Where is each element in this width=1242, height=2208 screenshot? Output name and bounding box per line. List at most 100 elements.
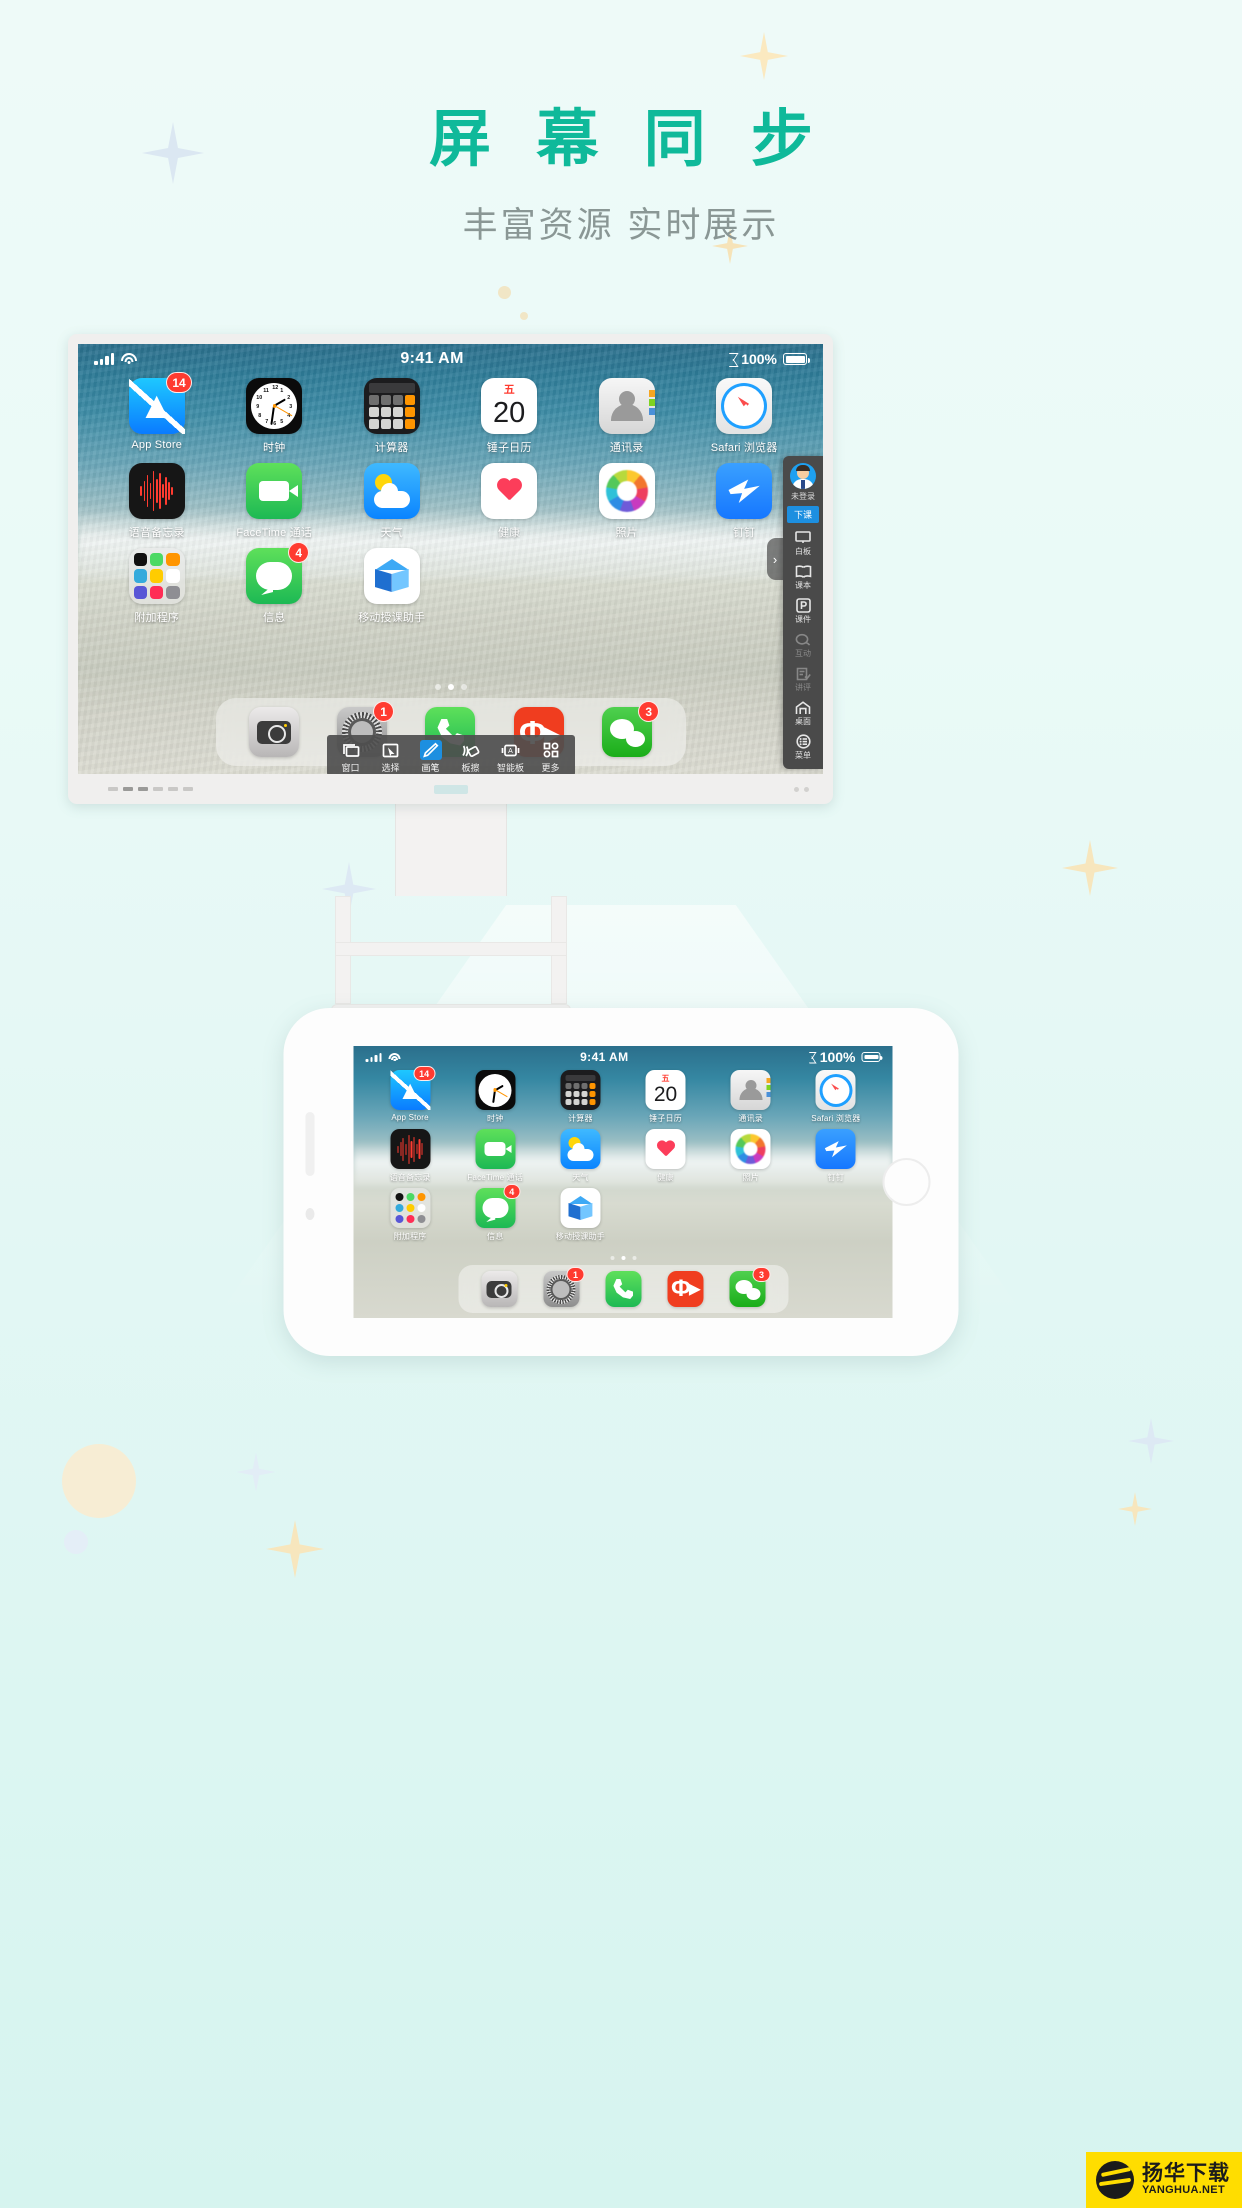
contacts-icon[interactable] [598,378,655,434]
anno-more[interactable]: 更多 [531,738,571,774]
photos-icon[interactable] [598,463,655,519]
monitor-vents [108,787,193,791]
page-dot-active[interactable] [447,684,454,690]
calculator-icon[interactable] [363,378,420,434]
wechat-icon[interactable]: 3 [729,1267,770,1307]
app-facetime[interactable]: FaceTime 通话 [215,463,332,540]
sidebar-item-interaction[interactable]: 互动 [795,632,812,659]
monitor-screen: 9:41 AM 100% ▲ 14 App Store 12 1 2 3 4 5… [78,344,823,774]
app-mobile-teaching-assistant[interactable]: 移动授课助手 [538,1188,623,1242]
app-store-icon[interactable]: ▲ 14 [390,1066,436,1110]
sidebar-item-desktop[interactable]: 桌面 [795,700,812,727]
app-mobile-teaching-assistant[interactable]: 移动授课助手 [333,548,450,625]
page-dot[interactable] [610,1256,614,1260]
app-calculator[interactable]: 计算器 [538,1070,623,1124]
app-label: 时钟 [487,1114,504,1123]
app-voice-memos[interactable]: 语音备忘录 [368,1129,453,1183]
anno-eraser[interactable]: 板擦 [451,738,491,774]
phone-volume-button[interactable] [305,1112,315,1176]
app-dingtalk[interactable]: 钉钉 [793,1129,878,1183]
sidebar-item-textbook[interactable]: 课本 [795,564,812,591]
clock-icon[interactable] [475,1070,516,1110]
app-slot-empty [568,548,685,625]
utilities-folder-icon[interactable] [390,1188,431,1228]
app-store-icon[interactable]: ▲ 14 [128,372,192,434]
page-dot-active[interactable] [621,1256,625,1260]
sidebar-item-comment-review[interactable]: 讲评 [795,666,812,693]
app-contacts[interactable]: 通讯录 [568,378,685,455]
anno-select[interactable]: 选择 [371,738,411,774]
app-calendar[interactable]: 五 20 锤子日历 [623,1070,708,1124]
health-icon[interactable] [645,1129,686,1169]
dingtalk-icon[interactable] [716,463,773,519]
app-facetime[interactable]: FaceTime 通话 [453,1129,538,1183]
user-avatar-icon[interactable] [790,463,816,489]
end-class-button[interactable]: 下课 [786,506,819,523]
camera-icon[interactable] [481,1271,517,1307]
safari-icon[interactable] [815,1070,856,1110]
anno-pen[interactable]: 画笔 [411,738,451,774]
app-voice-memos[interactable]: 语音备忘录 [98,463,215,540]
safari-icon[interactable] [716,378,773,434]
app-photos[interactable]: 照片 [708,1129,793,1183]
calendar-icon[interactable]: 五 20 [481,378,538,434]
app-clock[interactable]: 12 1 2 3 4 5 6 7 8 9 10 11 时钟 [215,378,332,455]
app-app-store[interactable]: ▲ 14 App Store [368,1066,453,1124]
page-indicator[interactable] [78,684,823,690]
app-calculator[interactable]: 计算器 [333,378,450,455]
app-messages[interactable]: 4 信息 [215,542,332,625]
anno-window[interactable]: 窗口 [331,738,371,774]
health-icon[interactable] [481,463,538,519]
camera-icon[interactable] [248,707,299,757]
messages-icon[interactable]: 4 [475,1184,521,1228]
app-app-store[interactable]: ▲ 14 App Store [98,372,215,455]
app-contacts[interactable]: 通讯录 [708,1070,793,1124]
app-row: 附加程序 4 信息 移动授课助手 [98,542,803,633]
page-dot[interactable] [434,684,441,690]
youdao-icon[interactable]: Φ▸ [667,1271,703,1307]
weather-icon[interactable] [363,463,420,519]
weather-icon[interactable] [560,1129,601,1169]
sidebar-item-whiteboard[interactable]: 白板 [795,530,812,557]
app-clock[interactable]: 时钟 [453,1070,538,1124]
page-dot[interactable] [460,684,467,690]
voice-memos-icon[interactable] [128,463,185,519]
contacts-icon[interactable] [730,1070,771,1110]
app-utilities-folder[interactable]: 附加程序 [98,548,215,625]
app-health[interactable]: 健康 [623,1129,708,1183]
sidebar-collapse-handle[interactable]: › [767,538,783,580]
messages-icon[interactable]: 4 [246,542,310,604]
app-health[interactable]: 健康 [450,463,567,540]
app-label: 附加程序 [134,612,180,624]
anno-smart-board[interactable]: A 智能板 [491,738,531,774]
photos-icon[interactable] [730,1129,771,1169]
page-dot[interactable] [632,1256,636,1260]
calculator-icon[interactable] [560,1070,601,1110]
app-calendar[interactable]: 五 20 锤子日历 [450,378,567,455]
settings-icon[interactable]: 1 [543,1267,584,1307]
app-utilities-folder[interactable]: 附加程序 [368,1188,453,1242]
app-safari[interactable]: Safari 浏览器 [685,378,802,455]
anno-label: 板擦 [461,763,480,773]
facetime-icon[interactable] [475,1129,516,1169]
calendar-icon[interactable]: 五 20 [645,1070,686,1110]
dingtalk-icon[interactable] [815,1129,856,1169]
app-weather[interactable]: 天气 [538,1129,623,1183]
app-messages[interactable]: 4 信息 [453,1184,538,1242]
app-safari[interactable]: Safari 浏览器 [793,1070,878,1124]
wechat-icon[interactable]: 3 [602,701,660,757]
phone-icon[interactable] [605,1271,641,1307]
page-indicator[interactable] [354,1256,893,1260]
mobile-teaching-assistant-icon[interactable] [560,1188,601,1228]
utilities-folder-icon[interactable] [128,548,185,604]
phone-mute-button[interactable] [305,1208,315,1220]
clock-icon[interactable]: 12 1 2 3 4 5 6 7 8 9 10 11 [246,378,303,434]
mobile-teaching-assistant-icon[interactable] [363,548,420,604]
facetime-icon[interactable] [246,463,303,519]
sidebar-item-menu[interactable]: 菜单 [795,734,812,761]
app-weather[interactable]: 天气 [333,463,450,540]
sidebar-item-courseware[interactable]: 课件 [795,598,812,625]
voice-memos-icon[interactable] [390,1129,431,1169]
app-photos[interactable]: 照片 [568,463,685,540]
battery-icon [783,353,810,365]
